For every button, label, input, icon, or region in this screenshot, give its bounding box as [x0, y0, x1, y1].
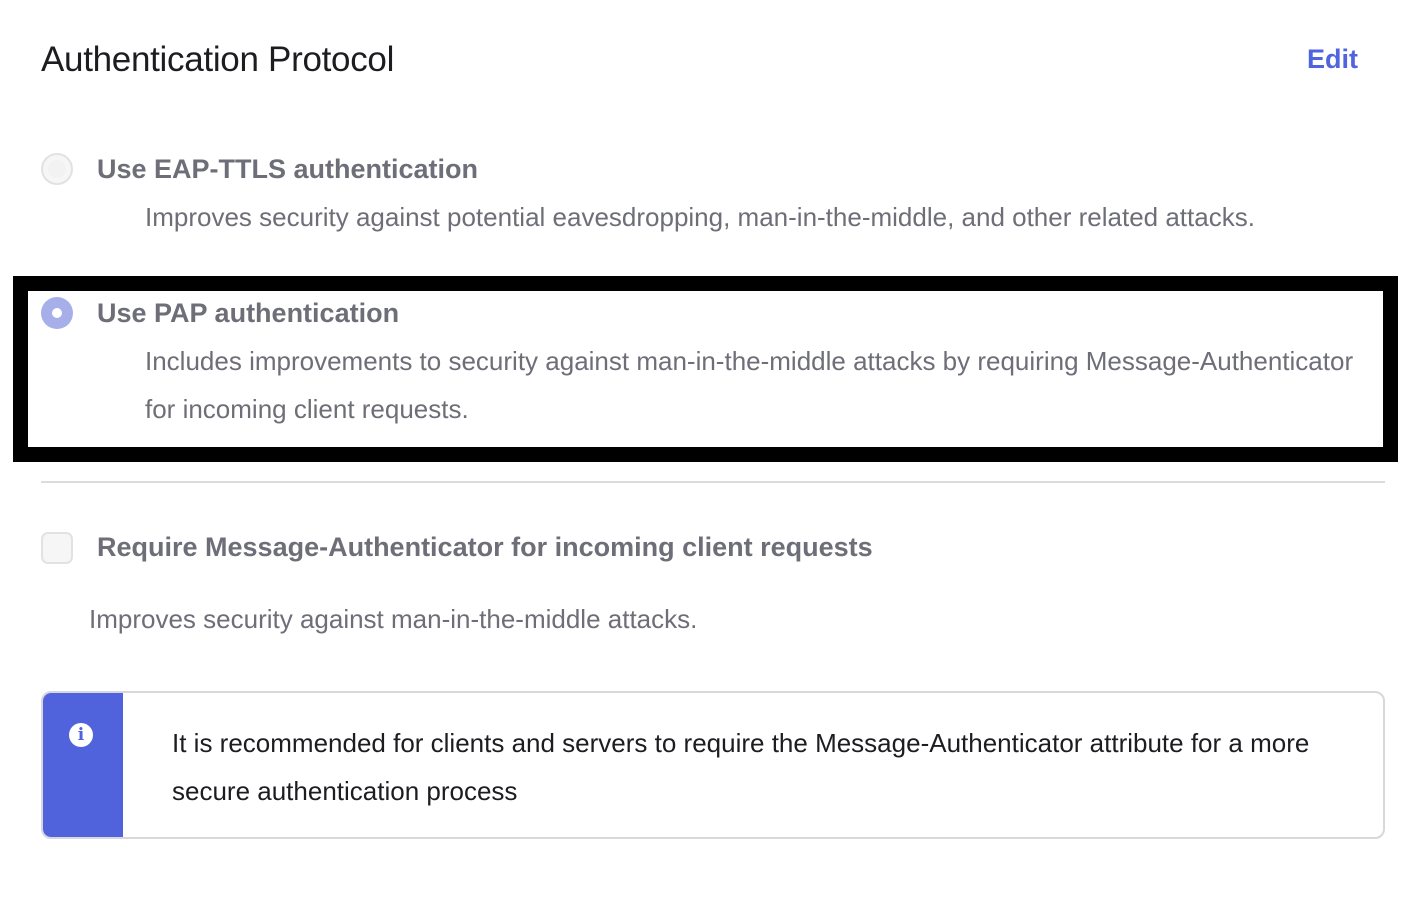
info-callout: i It is recommended for clients and serv…: [41, 691, 1385, 839]
pap-label[interactable]: Use PAP authentication: [97, 296, 399, 330]
message-authenticator-description: Improves security against man-in-the-mid…: [89, 604, 698, 634]
edit-link[interactable]: Edit: [1307, 42, 1358, 76]
protocol-option-pap: Use PAP authentication Includes improvem…: [41, 296, 1381, 436]
protocol-option-eap-ttls: Use EAP-TTLS authentication Improves sec…: [41, 152, 1381, 282]
section-divider: [41, 481, 1385, 483]
message-authenticator-label[interactable]: Require Message-Authenticator for incomi…: [97, 530, 873, 564]
eap-ttls-radio[interactable]: [41, 153, 73, 185]
callout-text: It is recommended for clients and server…: [172, 728, 1310, 806]
pap-description: Includes improvements to security agains…: [145, 346, 1354, 424]
eap-ttls-label[interactable]: Use EAP-TTLS authentication: [97, 152, 478, 186]
page-title: Authentication Protocol: [41, 40, 395, 79]
info-icon: i: [69, 723, 93, 747]
pap-radio[interactable]: [41, 297, 73, 329]
message-authenticator-checkbox[interactable]: [41, 532, 73, 564]
callout-stripe: i: [43, 693, 123, 837]
eap-ttls-description: Improves security against potential eave…: [145, 202, 1255, 232]
